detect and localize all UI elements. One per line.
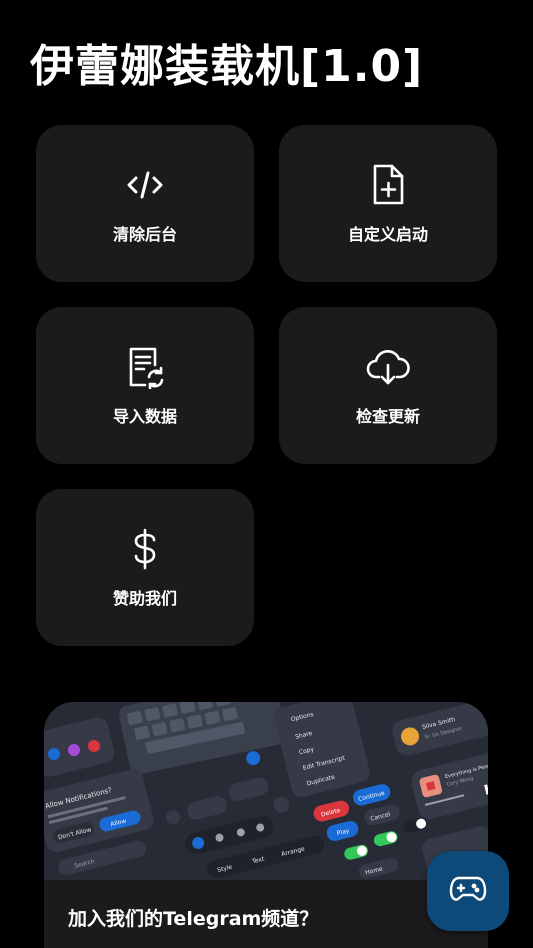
custom-launch-button[interactable]: 自定义启动 xyxy=(279,125,497,282)
import-data-label: 导入数据 xyxy=(112,406,177,426)
cloud-download-icon xyxy=(366,345,410,389)
custom-launch-label: 自定义启动 xyxy=(347,224,428,244)
gamepad-icon xyxy=(449,875,487,907)
clear-background-button[interactable]: 清除后台 xyxy=(36,125,254,282)
file-add-icon xyxy=(366,163,410,207)
file-sync-icon xyxy=(123,345,167,389)
banner-footer: 加入我们的Telegram频道？ xyxy=(44,880,488,948)
sponsor-us-button[interactable]: 赞助我们 xyxy=(36,489,254,646)
code-icon xyxy=(123,163,167,207)
telegram-banner-card[interactable]: Allow Notifications? Don't Allow Allow S… xyxy=(44,702,488,948)
page-title: 伊蕾娜装载机[1.0] xyxy=(30,41,424,92)
banner-ui-kit-image: Allow Notifications? Don't Allow Allow S… xyxy=(44,702,488,880)
sponsor-us-label: 赞助我们 xyxy=(112,588,177,608)
dollar-icon xyxy=(123,527,167,571)
gamepad-fab-button[interactable] xyxy=(427,851,509,931)
check-update-label: 检查更新 xyxy=(355,406,420,426)
import-data-button[interactable]: 导入数据 xyxy=(36,307,254,464)
clear-background-label: 清除后台 xyxy=(112,224,177,244)
telegram-channel-text[interactable]: 加入我们的Telegram频道？ xyxy=(68,904,318,931)
check-update-button[interactable]: 检查更新 xyxy=(279,307,497,464)
